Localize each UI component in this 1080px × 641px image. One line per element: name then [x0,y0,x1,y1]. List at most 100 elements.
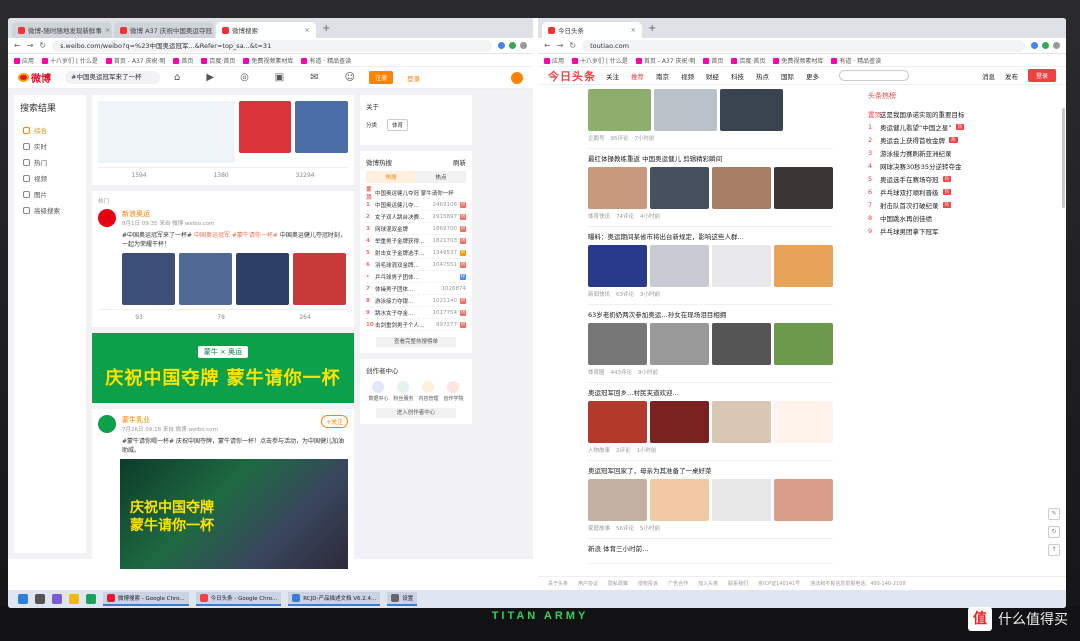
publish-link[interactable]: 发布 [1005,71,1018,81]
refresh-button[interactable]: 刷新 [453,157,466,167]
hot-list-item[interactable]: 5 奥运选手在赛场夺冠热 [868,172,1018,185]
feedback-icon[interactable]: ✎ [1048,508,1060,520]
footer-link[interactable]: 侵权投诉 [638,580,658,587]
channel-tab[interactable]: 视频 [681,71,694,81]
register-button[interactable]: 注册 [369,71,394,84]
hot-search-item[interactable]: 5 射击女子金牌选手… 1349537 新 [366,247,466,259]
category-tag[interactable]: 体育 [387,119,409,131]
news-item[interactable]: 奥运冠军回乡…村民夹道欢迎… 人物故事 2评论 1小时前 [588,383,833,461]
hot-list-item[interactable]: 7 射击队首次打破纪录热 [868,198,1018,211]
news-item[interactable]: 曝料：奥运期间某省市将出台新规定，影响这些人群… 新闻快讯 63评论 3小时前 [588,227,833,305]
channel-tab[interactable]: 热点 [756,71,769,81]
bookmark[interactable]: 有道 · 精品查读 [831,56,881,65]
bookmark[interactable]: 十八岁们 | 什么是 [42,56,98,65]
post-image[interactable] [236,253,289,305]
footer-link[interactable]: 加入头条 [698,580,718,587]
sidebar-item-all[interactable]: 综合 [20,122,80,138]
taskbar-app[interactable]: 设置 [387,592,418,606]
news-thumbnail[interactable] [588,401,647,443]
news-thumbnail[interactable] [650,479,709,521]
footer-link[interactable]: 违法和不良信息举报电话：400-140-2108 [810,580,905,587]
forward-count[interactable]: 93 [135,314,143,321]
creator-item[interactable]: 粉丝服务 [393,381,414,402]
tab-hot-search[interactable]: 热搜 [366,171,416,183]
comment-count[interactable]: 1380 [213,172,228,179]
avatar[interactable] [98,209,116,227]
hot-search-item[interactable]: 6 羽毛球混双金牌… 1047551 热 [366,259,466,271]
ad-banner[interactable]: 蒙牛 × 奥运 庆祝中国夺牌 蒙牛请你一杯 [92,333,354,403]
news-thumbnail[interactable] [774,479,833,521]
hot-search-item[interactable]: 10 击剑重剑男子个人… 997277 热 [366,319,466,331]
close-tab-icon[interactable]: × [631,26,636,34]
hot-list-item[interactable]: 置顶 这是我国承诺实现的重要目标 [868,107,1018,120]
news-item[interactable]: 奥运冠军回家了，母亲为其准备了一桌好菜 家庭故事 56评论 5小时前 [588,461,833,539]
channel-tab[interactable]: 财经 [706,71,719,81]
hot-list-item[interactable]: 3 游泳接力赛刷新亚洲纪录 [868,146,1018,159]
extension-icon[interactable] [1031,42,1038,49]
news-thumbnail[interactable] [588,479,647,521]
channel-tab[interactable]: 推荐 [631,71,644,81]
back-to-top-icon[interactable]: ↑ [1048,544,1060,556]
browser-tab-active[interactable]: 微博搜索 × [216,22,316,38]
game-icon[interactable]: ▣ [275,72,284,83]
creator-item[interactable]: 数据中心 [368,381,389,402]
weibo-logo[interactable]: 微博 [18,70,51,85]
creator-item[interactable]: 内容管理 [418,381,439,402]
hot-list-item[interactable]: 1 奥运健儿看望“中国之星” 热 [868,120,1018,133]
back-icon[interactable]: ← [14,41,21,50]
hot-search-item[interactable]: 9 跳水女子夺金… 1017754 热 [366,307,466,319]
news-title[interactable]: 63岁老奶奶两次参加奥运…孙女在现场泪目相拥 [588,309,833,319]
footer-link[interactable]: 京ICP证140141号 [758,580,800,587]
close-tab-icon[interactable]: × [105,26,110,34]
url-input[interactable]: toutiao.com [582,39,1025,52]
bookmark[interactable]: 十八岁们 | 什么是 [572,56,628,65]
back-icon[interactable]: ← [544,41,551,50]
forward-icon[interactable]: → [27,41,34,50]
post-image[interactable] [238,101,292,153]
news-thumbnail[interactable] [774,323,833,365]
login-button[interactable]: 登录 [1027,69,1056,82]
news-item[interactable]: 企鹅号 95评论 7小时前 [588,85,833,149]
creator-center-button[interactable]: 进入创作者中心 [376,408,456,418]
bookmark[interactable]: 有道 · 精品查读 [301,56,351,65]
news-thumbnail[interactable] [650,167,709,209]
footer-link[interactable]: 关于头条 [548,580,568,587]
news-title[interactable]: 最红体操教练重返 中国奥运健儿 剪辑精彩瞬间 [588,153,833,163]
like-count[interactable]: 32294 [296,172,315,179]
forward-count[interactable]: 1594 [131,172,146,179]
start-icon[interactable] [18,594,28,604]
avatar[interactable] [98,415,116,433]
login-link[interactable]: 登录 [407,73,420,83]
follow-button[interactable]: +关注 [320,415,348,428]
search-input[interactable]: #中国奥运冠军来了一杯 [65,71,160,84]
hot-list-item[interactable]: 9 乒乓球男团拿下冠军 [868,224,1018,237]
news-thumbnail[interactable] [712,401,771,443]
news-thumbnail[interactable] [588,245,647,287]
news-title[interactable]: 新浪 体育三小时前… [588,543,833,553]
search-input[interactable] [839,70,909,81]
browser-tab-active[interactable]: 今日头条 × [542,22,642,38]
hot-list-item[interactable]: 8 中国跳水再创佳绩 [868,211,1018,224]
footer-link[interactable]: 联系我们 [728,580,748,587]
bookmark[interactable]: 首页 - A37 庆祝·明 [636,56,696,65]
news-thumbnail[interactable] [650,401,709,443]
footer-link[interactable]: 用户协议 [578,580,598,587]
news-thumbnail[interactable] [774,245,833,287]
discover-icon[interactable]: ◎ [240,72,249,83]
comment-count[interactable]: 78 [217,314,225,321]
footer-link[interactable]: 广告合作 [668,580,688,587]
new-tab-icon[interactable]: + [318,23,334,34]
bookmark[interactable]: 免费视频素材库 [773,56,823,65]
post-image[interactable] [295,101,348,153]
hot-search-item[interactable]: 1 中国奥运健儿夺… 2469106 热 [366,199,466,211]
post-image[interactable] [98,101,235,163]
reload-icon[interactable]: ↻ [39,41,46,50]
post-image[interactable] [293,253,346,305]
refresh-icon[interactable]: ↻ [1048,526,1060,538]
creator-item[interactable]: 创作学院 [443,381,464,402]
news-item[interactable]: 63岁老奶奶两次参加奥运…孙女在现场泪目相拥 体育圈 443评论 9小时前 [588,305,833,383]
bookmark[interactable]: 应用 [14,56,34,65]
channel-tab[interactable]: 南京 [656,71,669,81]
news-thumbnail[interactable] [654,89,717,131]
url-input[interactable]: s.weibo.com/weibo?q=%23中国奥运冠军...&Refer=t… [52,39,492,52]
